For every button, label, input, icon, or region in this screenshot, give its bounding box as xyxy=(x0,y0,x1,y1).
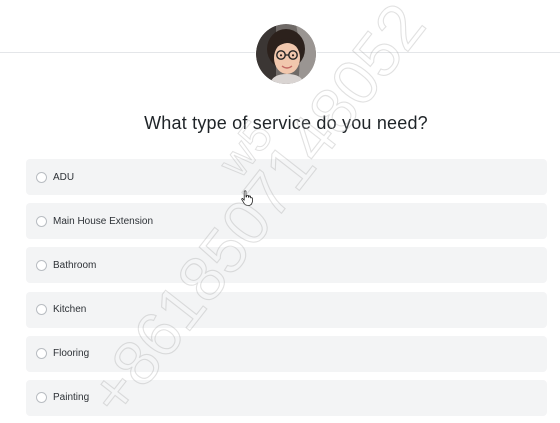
option-adu[interactable]: ADU xyxy=(26,159,547,195)
option-label: ADU xyxy=(53,171,75,183)
option-label: Bathroom xyxy=(53,259,97,271)
option-label: Painting xyxy=(53,392,90,404)
option-bathroom[interactable]: Bathroom xyxy=(26,247,547,284)
hand-pointer-cursor-icon xyxy=(241,190,253,206)
option-painting[interactable]: Painting xyxy=(26,379,547,416)
avatar-image xyxy=(256,24,316,84)
option-kitchen[interactable]: Kitchen xyxy=(26,291,547,328)
radio-button[interactable] xyxy=(36,259,47,271)
option-label: Main House Extension xyxy=(53,215,154,227)
radio-button[interactable] xyxy=(36,348,47,360)
radio-button[interactable] xyxy=(36,304,47,316)
service-options-list: ADU Main House Extension Bathroom Kitche… xyxy=(26,159,547,423)
option-flooring[interactable]: Flooring xyxy=(26,335,547,372)
agent-avatar xyxy=(256,24,316,84)
service-question-page: What type of service do you need? ADU Ma… xyxy=(0,0,560,423)
option-label: Flooring xyxy=(53,348,90,360)
radio-button[interactable] xyxy=(36,215,47,227)
radio-button[interactable] xyxy=(36,392,47,404)
option-main-house-extension[interactable]: Main House Extension xyxy=(26,203,547,240)
radio-button[interactable] xyxy=(36,171,47,183)
question-title: What type of service do you need? xyxy=(144,113,428,133)
option-label: Kitchen xyxy=(53,304,87,316)
